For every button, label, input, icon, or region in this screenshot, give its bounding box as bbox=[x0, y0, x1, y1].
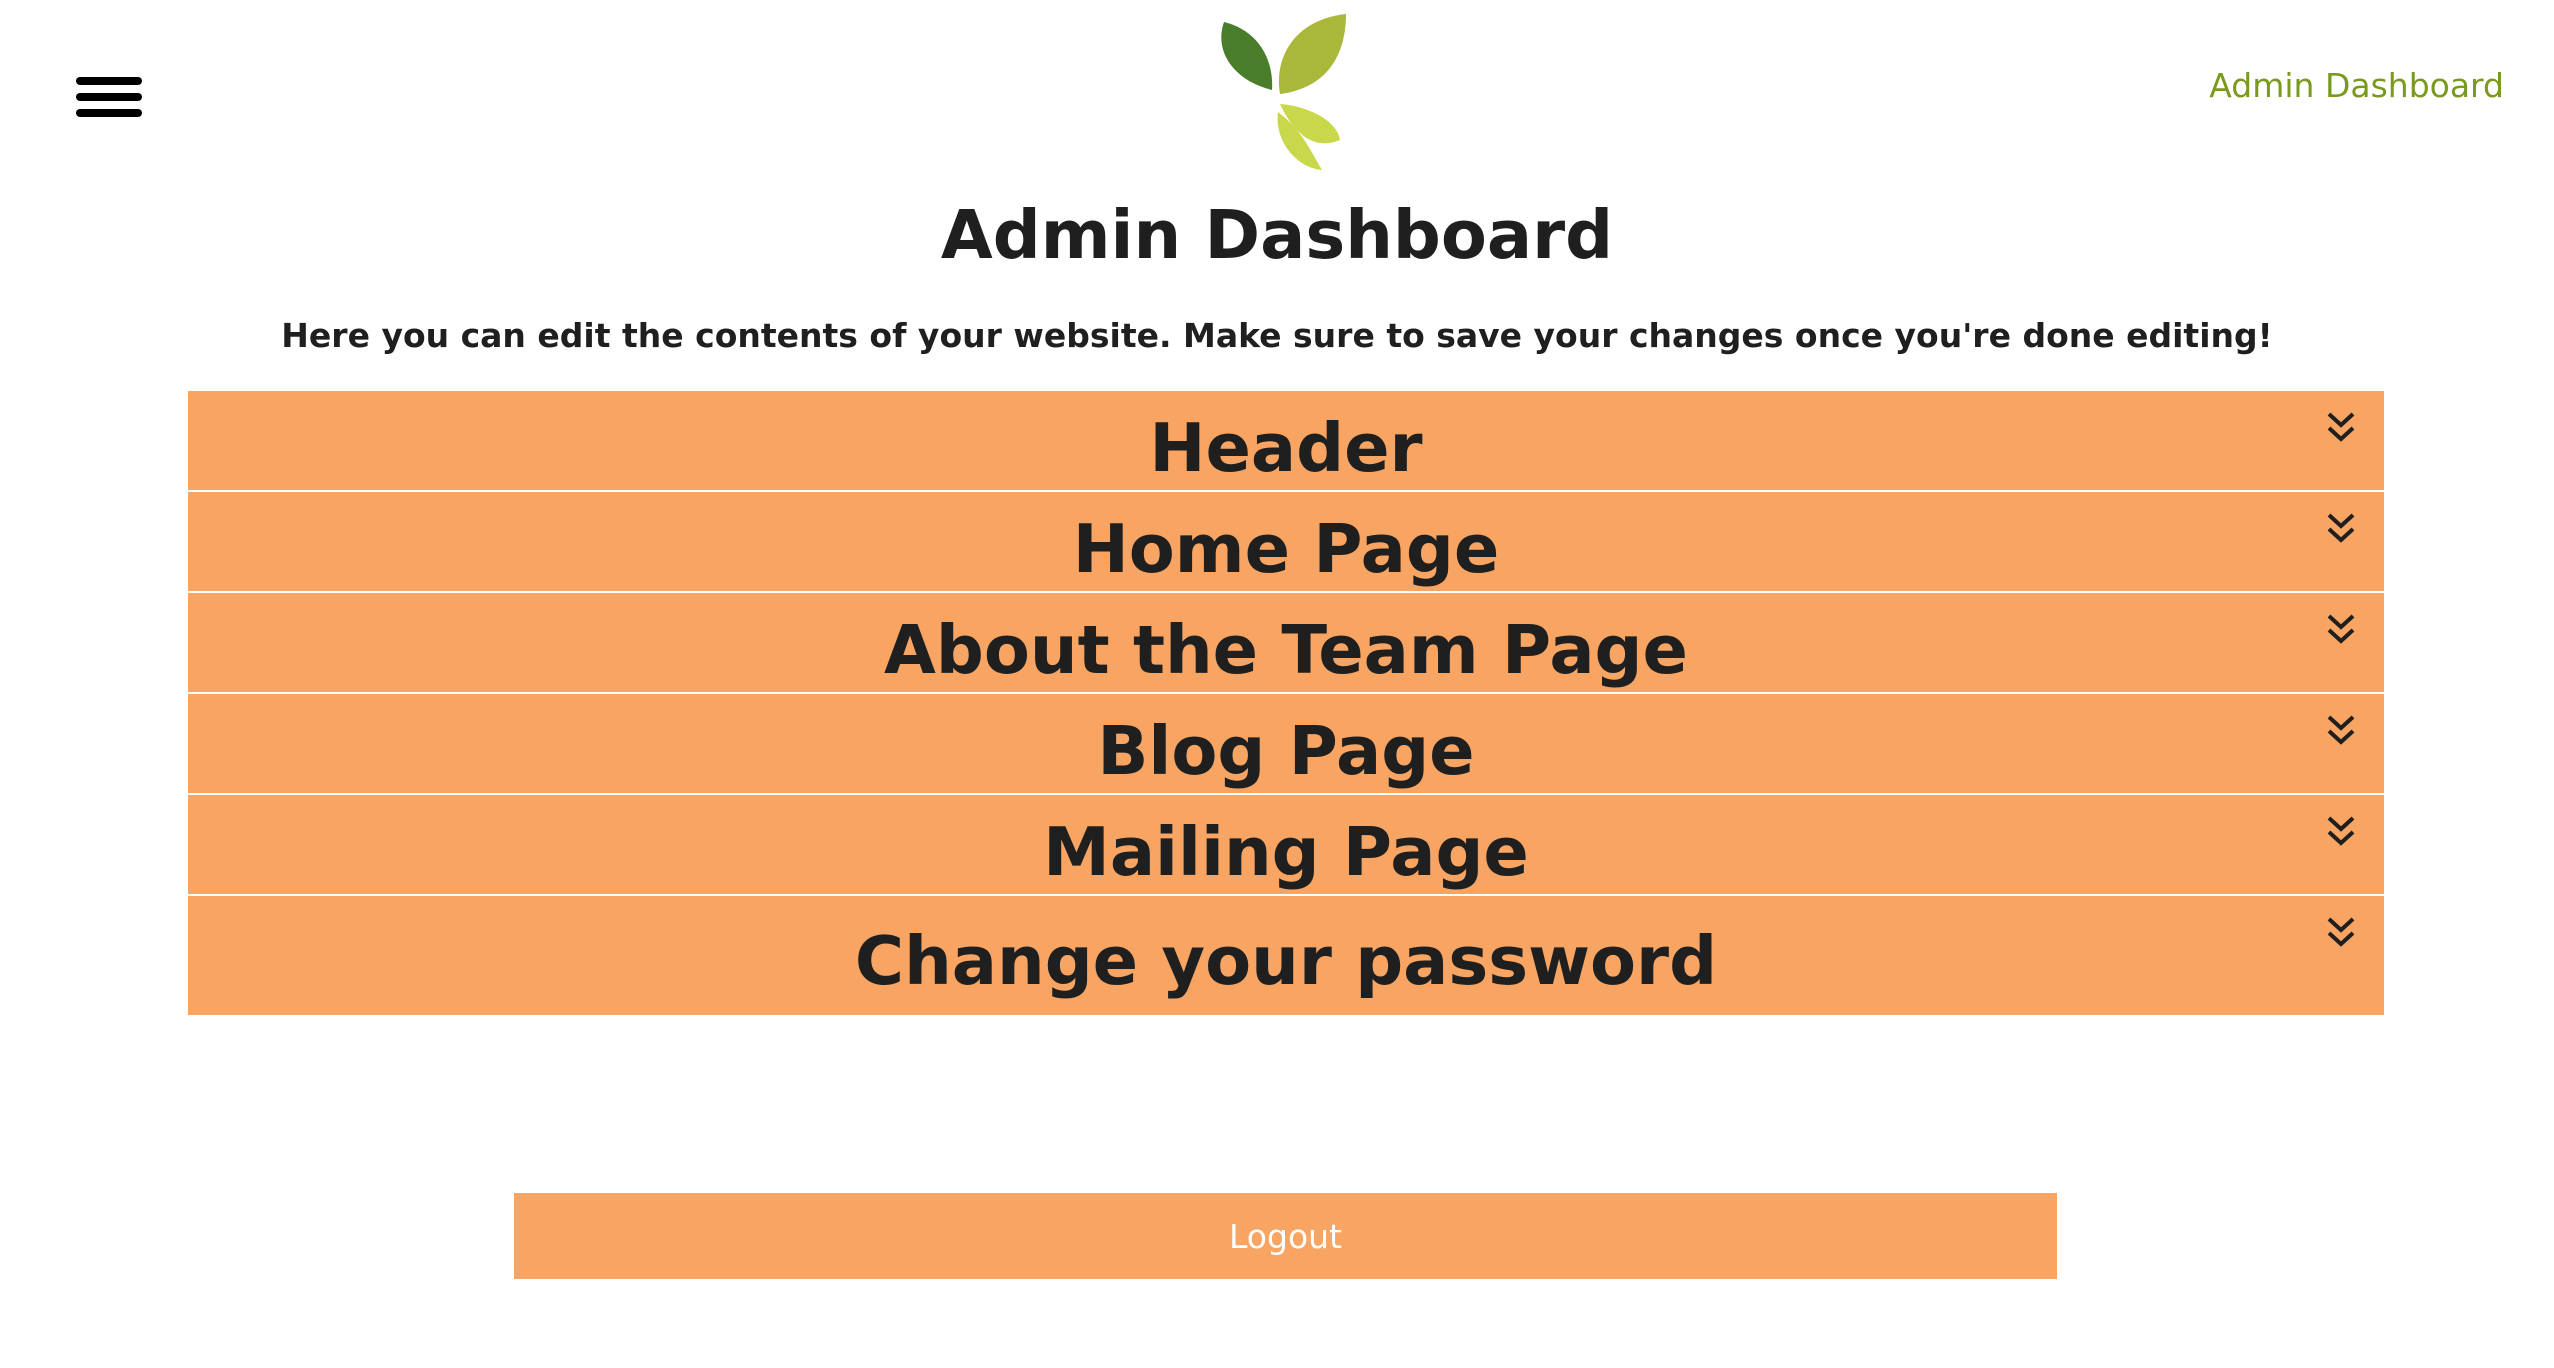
hamburger-menu-icon[interactable] bbox=[76, 74, 142, 120]
page-title: Admin Dashboard bbox=[940, 196, 1614, 274]
accordion-item-label: Header bbox=[1149, 409, 1423, 487]
accordion-item-label: About the Team Page bbox=[884, 611, 1688, 689]
accordion-item-label: Change your password bbox=[854, 922, 1718, 1000]
accordion-item-header[interactable]: Header bbox=[188, 391, 2384, 492]
accordion-item-label: Blog Page bbox=[1097, 712, 1475, 790]
accordion-item-change-password[interactable]: Change your password bbox=[188, 896, 2384, 1015]
accordion-item-about-team-page[interactable]: About the Team Page bbox=[188, 593, 2384, 694]
hamburger-bar bbox=[76, 93, 142, 101]
double-chevron-down-icon[interactable] bbox=[2326, 916, 2356, 950]
admin-dashboard-page: Admin Dashboard Admin Dashboard Here you… bbox=[0, 0, 2554, 1368]
accordion-item-label: Mailing Page bbox=[1043, 813, 1529, 891]
hamburger-bar bbox=[76, 109, 142, 117]
accordion-item-blog-page[interactable]: Blog Page bbox=[188, 694, 2384, 795]
logout-button[interactable]: Logout bbox=[514, 1193, 2057, 1279]
sections-accordion: Header Home Page About the Team Page Blo… bbox=[188, 391, 2384, 1015]
hamburger-bar bbox=[76, 77, 142, 85]
intro-text: Here you can edit the contents of your w… bbox=[281, 316, 2273, 355]
double-chevron-down-icon[interactable] bbox=[2326, 411, 2356, 445]
admin-dashboard-link[interactable]: Admin Dashboard bbox=[2209, 66, 2504, 105]
accordion-item-home-page[interactable]: Home Page bbox=[188, 492, 2384, 593]
double-chevron-down-icon[interactable] bbox=[2326, 815, 2356, 849]
double-chevron-down-icon[interactable] bbox=[2326, 613, 2356, 647]
double-chevron-down-icon[interactable] bbox=[2326, 714, 2356, 748]
double-chevron-down-icon[interactable] bbox=[2326, 512, 2356, 546]
accordion-item-label: Home Page bbox=[1072, 510, 1500, 588]
leaf-logo-icon bbox=[1221, 14, 1346, 170]
accordion-item-mailing-page[interactable]: Mailing Page bbox=[188, 795, 2384, 896]
